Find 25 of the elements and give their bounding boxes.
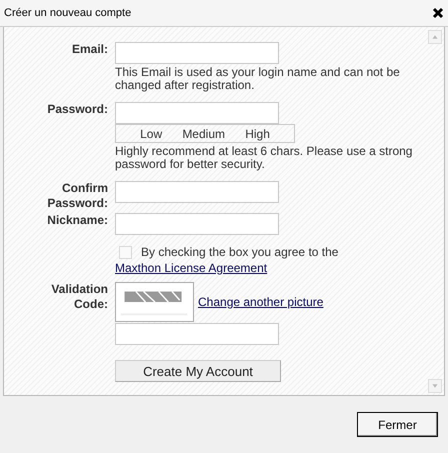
input-field[interactable] [115,102,279,124]
close-button[interactable]: Fermer [357,412,438,437]
scroll-down-icon[interactable] [428,379,442,393]
close-icon[interactable] [432,7,444,19]
scroll-up-icon[interactable] [428,30,442,44]
strength-label: Low [140,126,162,140]
hint-text: This Email is used as your login name and can not be changed after registration. [115,66,401,92]
field-label: Validation Code: [50,282,108,312]
change-picture-link[interactable]: Change another picture [198,295,324,309]
license-link[interactable]: Maxthon License Agreement [115,261,268,276]
field-label: Confirm Password: [46,181,108,211]
create-account-button[interactable]: Create My Account [115,360,281,382]
strength-label: High [245,126,270,140]
input-field[interactable] [115,181,279,203]
window-title: Créer un nouveau compte [4,7,132,19]
hint-text: Highly recommend at least 6 chars. Please use a strong password for better security. [115,145,414,171]
field-label: Password: [46,102,108,117]
strength-label: Medium [182,126,225,140]
input-field[interactable] [115,323,279,345]
input-field[interactable] [115,42,279,64]
field-label: Email: [70,42,108,57]
checkbox[interactable] [119,246,132,259]
field-label: Nickname: [46,213,108,228]
agreement-text: By checking the box you agree to the [141,245,338,260]
input-field[interactable] [115,213,279,235]
